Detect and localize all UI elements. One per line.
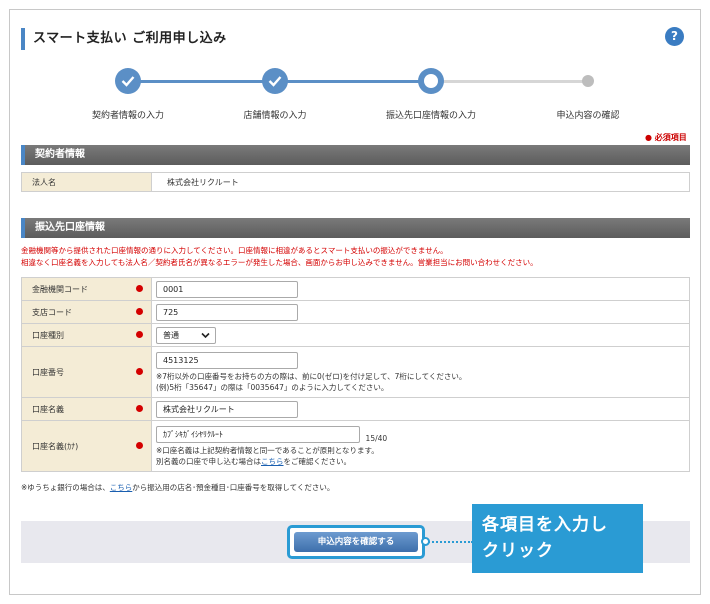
step-2-check-icon xyxy=(262,68,288,94)
bank-section-header: 振込先口座情報 xyxy=(21,218,690,238)
branch-code-input[interactable]: 725 xyxy=(156,303,298,321)
callout-anchor-dot xyxy=(421,537,430,546)
account-name-input[interactable]: 株式会社リクルート xyxy=(156,400,298,418)
contract-table: 法人名 株式会社リクルート xyxy=(21,172,690,192)
instruction-callout: 各項目を入力し クリック xyxy=(472,504,643,573)
required-dot xyxy=(136,405,143,412)
account-name-kana-input[interactable]: ｶﾌﾞｼｷｶﾞｲｼﾔﾘｸﾙｰﾄ xyxy=(156,426,360,443)
account-type-select[interactable]: 普通 xyxy=(156,326,216,344)
bank-code-label: 金融機関コード xyxy=(21,277,152,301)
callout-connector xyxy=(425,541,473,543)
confirm-button-highlight: 申込内容を確認する xyxy=(287,525,425,559)
step-label-3: 振込先口座情報の入力 xyxy=(385,111,476,121)
corp-name-label: 法人名 xyxy=(21,172,152,192)
step-label-4: 申込内容の確認 xyxy=(556,111,620,121)
account-name-kana-note: ※口座名義は上記契約者情報と同一であることが原則となります。 別名義の口座で申し… xyxy=(156,446,379,466)
account-name-label: 口座名義 xyxy=(21,397,152,421)
bank-form-table: 金融機関コード 0001 支店コード 725 口座種別 普通 口座番号 4513… xyxy=(21,277,690,472)
step-3-current-indicator xyxy=(418,68,444,94)
required-dot xyxy=(136,308,143,315)
required-legend: ● 必須項目 xyxy=(645,133,687,142)
other-name-link[interactable]: こちら xyxy=(261,457,284,466)
chevron-down-icon xyxy=(201,332,210,338)
step-label-1: 契約者情報の入力 xyxy=(91,111,164,121)
bank-warning: 金融機関等から提供された口座情報の通りに入力してください。口座情報に相違があると… xyxy=(21,246,538,267)
account-number-note: ※7桁以外の口座番号をお持ちの方の際は、前に0(ゼロ)を付け足して、7桁にしてく… xyxy=(156,372,467,392)
contract-section-header: 契約者情報 xyxy=(21,145,690,165)
help-icon[interactable]: ? xyxy=(665,27,684,46)
yucho-link[interactable]: こちら xyxy=(110,483,133,492)
account-type-label: 口座種別 xyxy=(21,323,152,347)
required-dot xyxy=(136,331,143,338)
account-name-kana-label: 口座名義(ｶﾅ) xyxy=(21,420,152,472)
required-dot xyxy=(136,442,143,449)
confirm-button[interactable]: 申込内容を確認する xyxy=(294,532,418,552)
char-counter: 15/40 xyxy=(365,434,388,443)
account-number-input[interactable]: 4513125 xyxy=(156,352,298,369)
corp-name-value: 株式会社リクルート xyxy=(151,172,690,192)
account-number-label: 口座番号 xyxy=(21,346,152,398)
branch-code-label: 支店コード xyxy=(21,300,152,324)
page-title: スマート支払い ご利用申し込み xyxy=(21,28,321,50)
required-dot xyxy=(136,285,143,292)
step-1-check-icon xyxy=(115,68,141,94)
required-dot xyxy=(136,368,143,375)
stepper-line-pending xyxy=(431,80,589,83)
step-4-pending-indicator xyxy=(582,75,594,87)
step-label-2: 店舗情報の入力 xyxy=(243,111,307,121)
yucho-note: ※ゆうちょ銀行の場合は、こちらから振込用の店名･預金種目･口座番号を取得してくだ… xyxy=(21,483,335,492)
bank-code-input[interactable]: 0001 xyxy=(156,280,298,298)
